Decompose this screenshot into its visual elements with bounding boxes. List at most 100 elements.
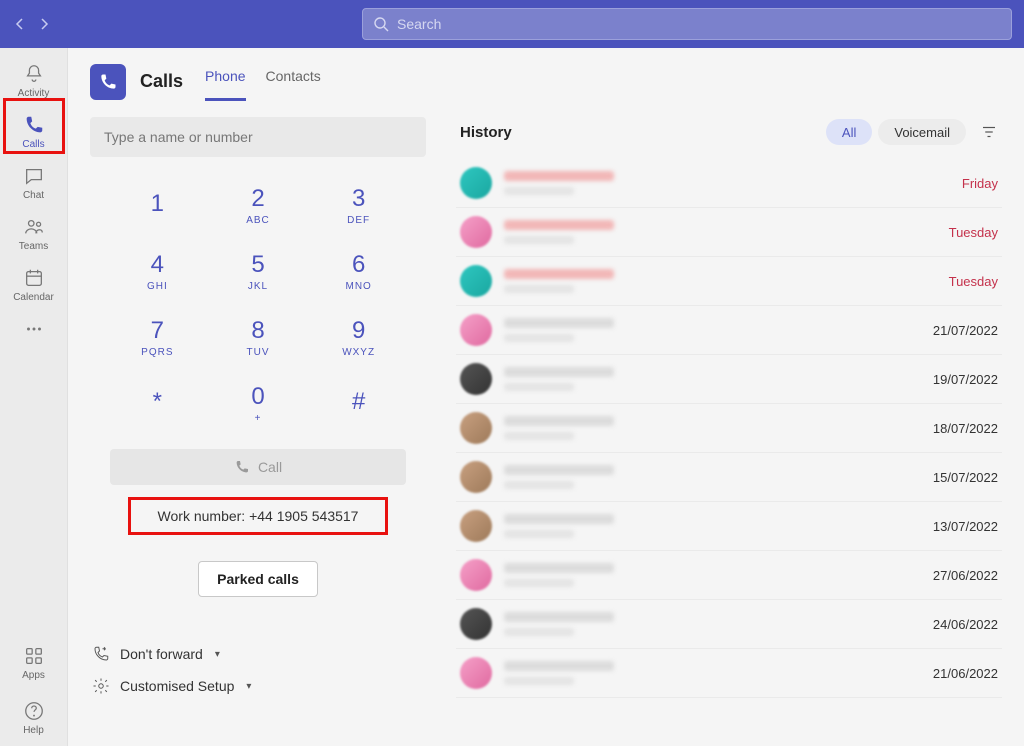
rail-item-apps[interactable]: Apps: [6, 636, 62, 687]
rail-label: Help: [23, 725, 44, 736]
search-box[interactable]: [362, 8, 1012, 40]
dialkey-6[interactable]: 6MNO: [311, 241, 406, 301]
history-date: Tuesday: [908, 274, 998, 289]
calendar-icon: [22, 266, 46, 290]
history-caller: [504, 465, 908, 489]
history-date: Friday: [908, 176, 998, 191]
search-input[interactable]: [397, 16, 1001, 32]
dialkey-star[interactable]: *: [110, 373, 205, 433]
rail-item-activity[interactable]: Activity: [6, 54, 62, 105]
history-date: 18/07/2022: [908, 421, 998, 436]
history-caller: [504, 220, 908, 244]
history-row[interactable]: 21/06/2022: [456, 649, 1002, 698]
gear-icon: [92, 677, 110, 695]
people-icon: [22, 215, 46, 239]
history-caller: [504, 612, 908, 636]
tab-contacts[interactable]: Contacts: [266, 62, 321, 101]
history-date: 19/07/2022: [908, 372, 998, 387]
work-number-display: Work number: +44 1905 543517: [128, 497, 388, 535]
avatar: [460, 412, 492, 444]
history-date: 21/06/2022: [908, 666, 998, 681]
avatar: [460, 559, 492, 591]
phone-icon: [22, 113, 46, 137]
history-row[interactable]: 13/07/2022: [456, 502, 1002, 551]
dial-input[interactable]: [90, 117, 426, 157]
history-date: 13/07/2022: [908, 519, 998, 534]
avatar: [460, 608, 492, 640]
history-list: Friday Tuesday Tuesday 21/07/2022 19/07/2022…: [456, 159, 1002, 698]
app-rail: Activity Calls Chat Teams Calendar: [0, 48, 68, 746]
history-caller: [504, 269, 908, 293]
history-caller: [504, 171, 908, 195]
dialkey-1[interactable]: 1: [110, 175, 205, 235]
forwarding-label: Don't forward: [120, 646, 203, 662]
parked-calls-button[interactable]: Parked calls: [198, 561, 318, 597]
rail-label: Calendar: [13, 292, 54, 303]
dialkey-3[interactable]: 3DEF: [311, 175, 406, 235]
rail-item-calendar[interactable]: Calendar: [6, 258, 62, 309]
title-bar: [0, 0, 1024, 48]
bell-icon: [22, 62, 46, 86]
dialkey-hash[interactable]: #: [311, 373, 406, 433]
history-caller: [504, 661, 908, 685]
history-title: History: [460, 124, 820, 141]
forwarding-menu[interactable]: Don't forward ▾: [92, 645, 426, 663]
nav-back-button[interactable]: [14, 14, 26, 34]
tab-phone[interactable]: Phone: [205, 62, 245, 101]
filter-voicemail[interactable]: Voicemail: [878, 119, 966, 145]
dialkey-2[interactable]: 2ABC: [211, 175, 306, 235]
history-row[interactable]: Tuesday: [456, 257, 1002, 306]
content-area: Calls Phone Contacts 1 2ABC 3DEF 4GHI 5J…: [68, 48, 1024, 746]
dialkey-7[interactable]: 7PQRS: [110, 307, 205, 367]
history-row[interactable]: Friday: [456, 159, 1002, 208]
customised-setup-menu[interactable]: Customised Setup ▾: [92, 677, 426, 695]
history-date: 15/07/2022: [908, 470, 998, 485]
rail-item-help[interactable]: Help: [6, 691, 62, 742]
rail-label: Calls: [22, 139, 44, 150]
dialkey-8[interactable]: 8TUV: [211, 307, 306, 367]
history-row[interactable]: 18/07/2022: [456, 404, 1002, 453]
filter-all[interactable]: All: [826, 119, 872, 145]
rail-item-chat[interactable]: Chat: [6, 156, 62, 207]
rail-item-teams[interactable]: Teams: [6, 207, 62, 258]
rail-item-calls[interactable]: Calls: [6, 105, 62, 156]
avatar: [460, 657, 492, 689]
rail-label: Activity: [18, 88, 50, 99]
history-pane: History All Voicemail Friday Tuesday Tuesd…: [448, 101, 1024, 746]
dialkey-9[interactable]: 9WXYZ: [311, 307, 406, 367]
help-icon: [22, 699, 46, 723]
chat-icon: [22, 164, 46, 188]
history-date: 27/06/2022: [908, 568, 998, 583]
page-header: Calls Phone Contacts: [68, 48, 1024, 101]
avatar: [460, 461, 492, 493]
history-row[interactable]: 15/07/2022: [456, 453, 1002, 502]
dialkey-4[interactable]: 4GHI: [110, 241, 205, 301]
history-caller: [504, 318, 908, 342]
chevron-down-icon: ▾: [215, 649, 220, 660]
filter-button[interactable]: [980, 123, 998, 141]
history-row[interactable]: 19/07/2022: [456, 355, 1002, 404]
dialpad: 1 2ABC 3DEF 4GHI 5JKL 6MNO 7PQRS 8TUV 9W…: [110, 175, 406, 433]
setup-label: Customised Setup: [120, 678, 234, 694]
history-row[interactable]: 24/06/2022: [456, 600, 1002, 649]
dialkey-5[interactable]: 5JKL: [211, 241, 306, 301]
avatar: [460, 510, 492, 542]
rail-label: Chat: [23, 190, 44, 201]
phone-icon: [98, 72, 118, 92]
phone-icon: [234, 459, 250, 475]
history-date: Tuesday: [908, 225, 998, 240]
nav-forward-button[interactable]: [38, 14, 50, 34]
rail-item-more[interactable]: [6, 309, 62, 349]
avatar: [460, 216, 492, 248]
history-caller: [504, 367, 908, 391]
call-button[interactable]: Call: [110, 449, 406, 485]
history-row[interactable]: 21/07/2022: [456, 306, 1002, 355]
apps-icon: [22, 644, 46, 668]
more-icon: [22, 317, 46, 341]
avatar: [460, 314, 492, 346]
chevron-right-icon: [38, 18, 50, 30]
history-row[interactable]: 27/06/2022: [456, 551, 1002, 600]
dialer-pane: 1 2ABC 3DEF 4GHI 5JKL 6MNO 7PQRS 8TUV 9W…: [68, 101, 448, 746]
history-row[interactable]: Tuesday: [456, 208, 1002, 257]
dialkey-0[interactable]: 0+: [211, 373, 306, 433]
